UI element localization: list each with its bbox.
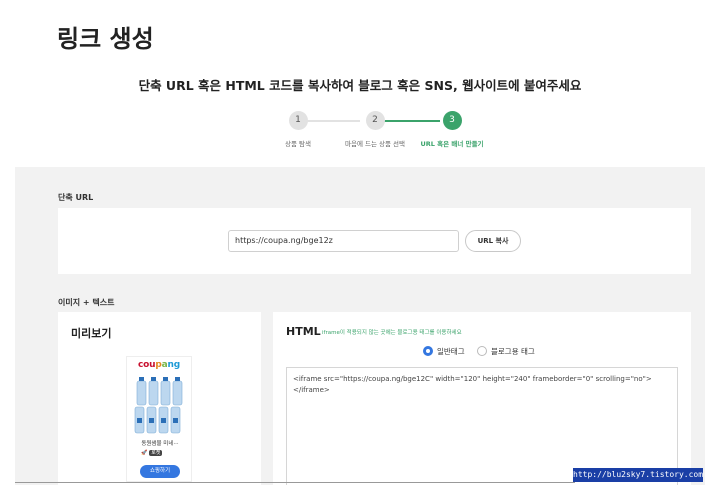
image-text-section-label: 이미지 + 텍스트 — [58, 298, 115, 307]
step-1-number: 1 — [288, 111, 308, 130]
ad-product-name: 동원샘물 미네··· — [141, 441, 179, 447]
page-header: 링크 생성 단축 URL 혹은 HTML 코드를 복사하여 블로그 혹은 SNS… — [15, 15, 705, 167]
page-subtitle: 단축 URL 혹은 HTML 코드를 복사하여 블로그 혹은 SNS, 웹사이트… — [138, 78, 582, 93]
radio-blog-tag[interactable]: 블로그용 태그 — [477, 346, 535, 357]
ad-banner-preview[interactable]: coupang 동원샘물 미네··· 🚀 로켓 쇼핑하기 — [126, 356, 192, 482]
rocket-badge: 🚀 로켓 — [141, 450, 163, 456]
shop-button[interactable]: 쇼핑하기 — [140, 465, 180, 478]
radio-general-tag[interactable]: 일반태그 — [423, 346, 465, 357]
short-url-input[interactable]: https://coupa.ng/bge12z — [228, 230, 459, 252]
short-url-section-label: 단축 URL — [58, 193, 94, 202]
step-3-number: 3 — [442, 111, 462, 130]
html-title: HTML — [286, 325, 321, 338]
page-title: 링크 생성 — [57, 25, 154, 53]
step-3-label: URL 혹은 배너 만들기 — [420, 140, 484, 148]
step-progress: 1 상품 탐색 2 마음에 드는 상품 선택 3 URL 혹은 배너 만들기 — [15, 111, 705, 151]
url-copy-button[interactable]: URL 복사 — [465, 230, 521, 252]
radio-checked-icon — [423, 346, 433, 356]
blog-watermark: http://blu2sky7.tistory.com — [573, 468, 703, 482]
step-2-number: 2 — [365, 111, 385, 130]
preview-title: 미리보기 — [71, 327, 112, 340]
short-url-card: https://coupa.ng/bge12z URL 복사 — [58, 208, 691, 274]
step-3: 3 URL 혹은 배너 만들기 — [392, 111, 512, 148]
water-bottles-image — [134, 377, 183, 434]
html-card: HTML iframe이 적용되지 않는 곳에는 블로그용 태그를 이용하세요 … — [273, 312, 691, 485]
preview-card: 미리보기 coupang 동원샘물 미네··· 🚀 로켓 쇼핑하기 — [58, 312, 261, 485]
coupang-logo: coupang — [138, 360, 180, 370]
divider-line — [15, 482, 575, 483]
radio-unchecked-icon — [477, 346, 487, 356]
link-creation-page: 링크 생성 단축 URL 혹은 HTML 코드를 복사하여 블로그 혹은 SNS… — [15, 15, 705, 485]
html-note: iframe이 적용되지 않는 곳에는 블로그용 태그를 이용하세요 — [322, 330, 462, 336]
